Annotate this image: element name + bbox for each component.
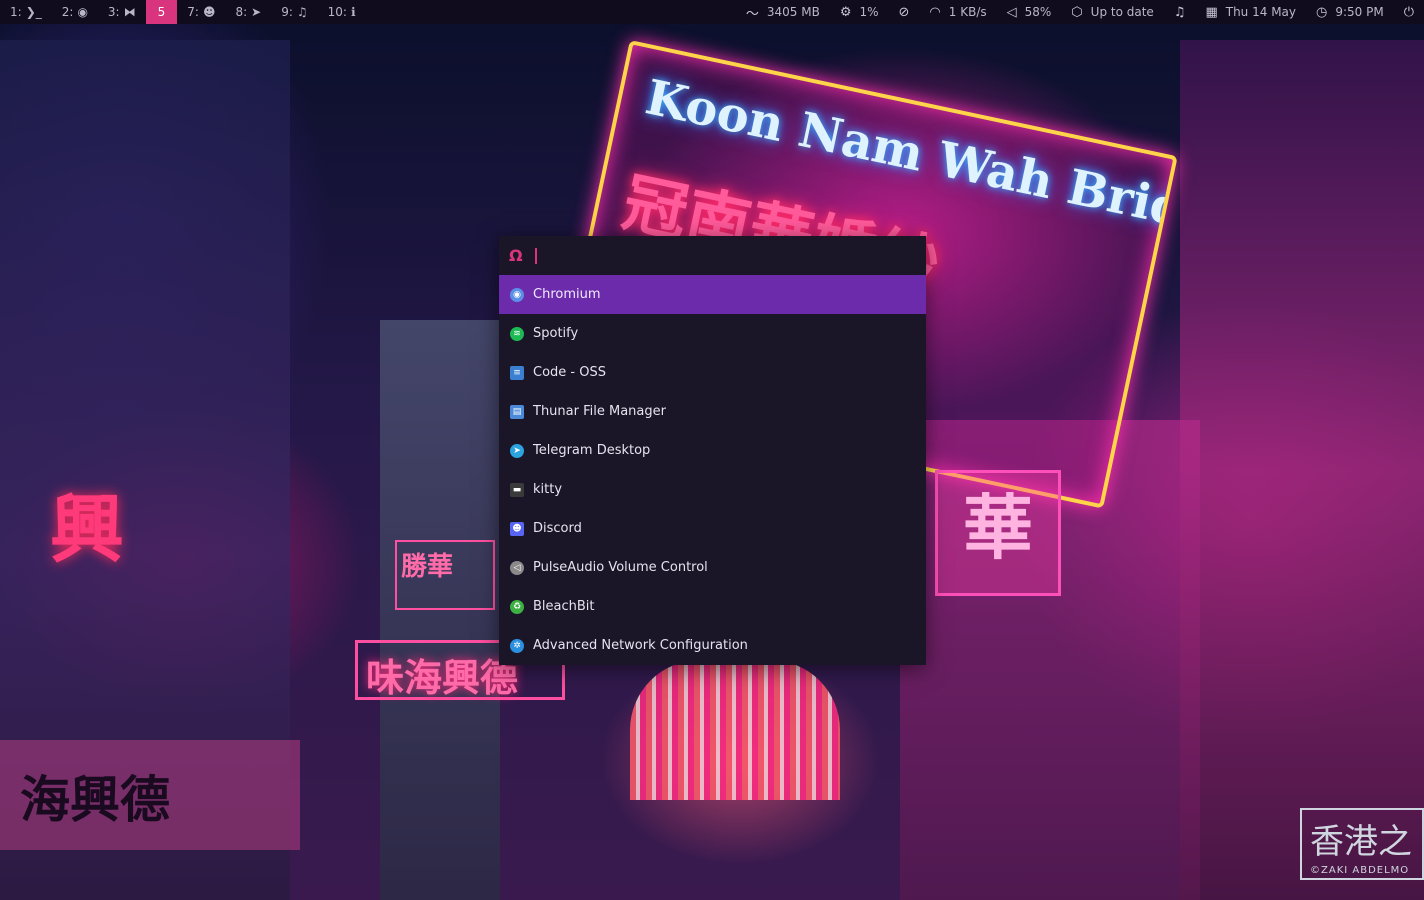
workspace-number: 2: (61, 5, 74, 19)
launcher-entry-pulseaudio[interactable]: ◁ PulseAudio Volume Control (499, 548, 926, 587)
updates-status: Up to date (1090, 5, 1154, 19)
entry-label: Spotify (533, 326, 579, 341)
neon-sign-right: 華 (935, 470, 1061, 596)
workspace-number: 9: (281, 5, 293, 19)
volume-module[interactable]: ◁ 58% (997, 5, 1062, 20)
discord-icon: ☻ (202, 5, 216, 19)
thunar-icon: ▤ (510, 404, 524, 419)
memory-module[interactable]: 〜 3405 MB (736, 3, 830, 22)
entry-label: Telegram Desktop (533, 443, 651, 458)
launcher-entry-code-oss[interactable]: ≡ Code - OSS (499, 353, 926, 392)
telegram-icon: ➤ (510, 443, 524, 458)
workspace-number: 7: (187, 5, 199, 19)
wallpaper-watermark: 香港之 ©ZAKI ABDELMO (1300, 808, 1424, 880)
date-value: Thu 14 May (1225, 5, 1296, 19)
entry-label: Advanced Network Configuration (533, 638, 748, 653)
vscode-icon: ⧓ (123, 5, 136, 19)
music-icon: ♫ (296, 5, 308, 19)
entry-label: Code - OSS (533, 365, 606, 380)
network-speed: 1 KB/s (948, 5, 987, 19)
kitty-icon: ▬ (510, 482, 524, 497)
power-icon: ⏻ (1403, 4, 1414, 20)
cpu-value: 1% (859, 5, 879, 19)
launcher-search-row: Ω (499, 236, 926, 275)
vpn-module[interactable]: ⊘ (889, 5, 920, 20)
package-icon: ⬡ (1071, 4, 1083, 20)
wallpaper-building-right (1180, 40, 1424, 900)
launcher-entry-kitty[interactable]: ▬ kitty (499, 470, 926, 509)
app-launcher: Ω ◉ Chromium ≋ Spotify ≡ Code - OSS ▤ Th… (499, 236, 926, 665)
entry-label: kitty (533, 482, 563, 497)
launcher-entry-telegram[interactable]: ➤ Telegram Desktop (499, 431, 926, 470)
neon-sign-bottom-left: 海興德 (0, 740, 300, 850)
discord-icon: ☻ (510, 521, 524, 536)
entry-label: PulseAudio Volume Control (533, 560, 708, 575)
launcher-entry-discord[interactable]: ☻ Discord (499, 509, 926, 548)
chromium-icon: ◉ (77, 5, 88, 19)
info-icon: ℹ (350, 5, 356, 19)
entry-label: Thunar File Manager (533, 404, 666, 419)
calendar-icon: ▦ (1205, 4, 1218, 20)
clock-module[interactable]: ◷ 9:50 PM (1306, 5, 1394, 20)
pulseaudio-icon: ◁ (510, 560, 524, 575)
date-module[interactable]: ▦ Thu 14 May (1195, 5, 1306, 20)
launcher-results: ◉ Chromium ≋ Spotify ≡ Code - OSS ▤ Thun… (499, 275, 926, 665)
launcher-search-input[interactable] (537, 246, 911, 265)
cpu-icon: ⚙ (839, 4, 852, 20)
volume-value: 58% (1024, 5, 1052, 19)
workspace-7[interactable]: 7: ☻ (177, 0, 225, 24)
launcher-entry-network-config[interactable]: ✲ Advanced Network Configuration (499, 626, 926, 665)
watermark-credit: ©ZAKI ABDELMO (1310, 865, 1410, 876)
notifications-module[interactable]: ♫ (1164, 5, 1196, 20)
wifi-icon: ◠ (929, 4, 941, 20)
code-oss-icon: ≡ (510, 365, 524, 380)
activity-icon: 〜 (745, 6, 759, 22)
top-bar: 1: ❯_ 2: ◉ 3: ⧓ 5 7: ☻ 8: ➤ 9: ♫ 10: ℹ 〜… (0, 0, 1424, 24)
workspace-number: 1: (10, 5, 22, 19)
launcher-entry-bleachbit[interactable]: ♻ BleachBit (499, 587, 926, 626)
wallpaper-building-center (380, 320, 500, 900)
workspace-1[interactable]: 1: ❯_ (0, 0, 52, 24)
bell-icon: ♫ (1173, 4, 1186, 20)
memory-value: 3405 MB (766, 5, 820, 19)
workspace-number: 5 (157, 5, 166, 19)
wallpaper-neon-canopy (630, 660, 840, 800)
network-module[interactable]: ◠ 1 KB/s (919, 5, 996, 20)
launcher-entry-spotify[interactable]: ≋ Spotify (499, 314, 926, 353)
workspace-2[interactable]: 2: ◉ (52, 0, 98, 24)
network-config-icon: ✲ (510, 638, 524, 653)
workspace-list: 1: ❯_ 2: ◉ 3: ⧓ 5 7: ☻ 8: ➤ 9: ♫ 10: ℹ (0, 0, 366, 24)
neon-sign-left: 興 (50, 487, 124, 573)
watermark-text: 香港之 (1310, 822, 1412, 862)
workspace-9[interactable]: 9: ♫ (271, 0, 317, 24)
bleachbit-icon: ♻ (510, 599, 524, 614)
entry-label: Chromium (533, 287, 601, 302)
workspace-5-active[interactable]: 5 (145, 0, 178, 24)
chromium-icon: ◉ (510, 287, 524, 302)
wifi-off-icon: ⊘ (898, 4, 910, 20)
launcher-entry-thunar[interactable]: ▤ Thunar File Manager (499, 392, 926, 431)
status-modules: 〜 3405 MB ⚙ 1% ⊘ ◠ 1 KB/s ◁ 58% ⬡ Up to … (736, 0, 1424, 24)
time-value: 9:50 PM (1335, 5, 1384, 19)
terminal-icon: ❯_ (25, 5, 42, 19)
workspace-number: 8: (235, 5, 248, 19)
entry-label: Discord (533, 521, 582, 536)
neon-sign-small: 勝華 (395, 540, 495, 610)
launcher-entry-chromium[interactable]: ◉ Chromium (499, 275, 926, 314)
updates-module[interactable]: ⬡ Up to date (1061, 5, 1164, 20)
entry-label: BleachBit (533, 599, 595, 614)
cpu-module[interactable]: ⚙ 1% (830, 5, 889, 20)
workspace-10[interactable]: 10: ℹ (318, 0, 366, 24)
prompt-icon: Ω (509, 246, 523, 265)
power-button[interactable]: ⏻ (1394, 5, 1424, 20)
telegram-icon: ➤ (251, 5, 262, 19)
workspace-number: 10: (327, 5, 347, 19)
clock-icon: ◷ (1316, 4, 1328, 20)
volume-icon: ◁ (1006, 4, 1017, 20)
spotify-icon: ≋ (510, 326, 524, 341)
workspace-3[interactable]: 3: ⧓ (98, 0, 146, 24)
workspace-8[interactable]: 8: ➤ (225, 0, 271, 24)
workspace-number: 3: (107, 5, 120, 19)
